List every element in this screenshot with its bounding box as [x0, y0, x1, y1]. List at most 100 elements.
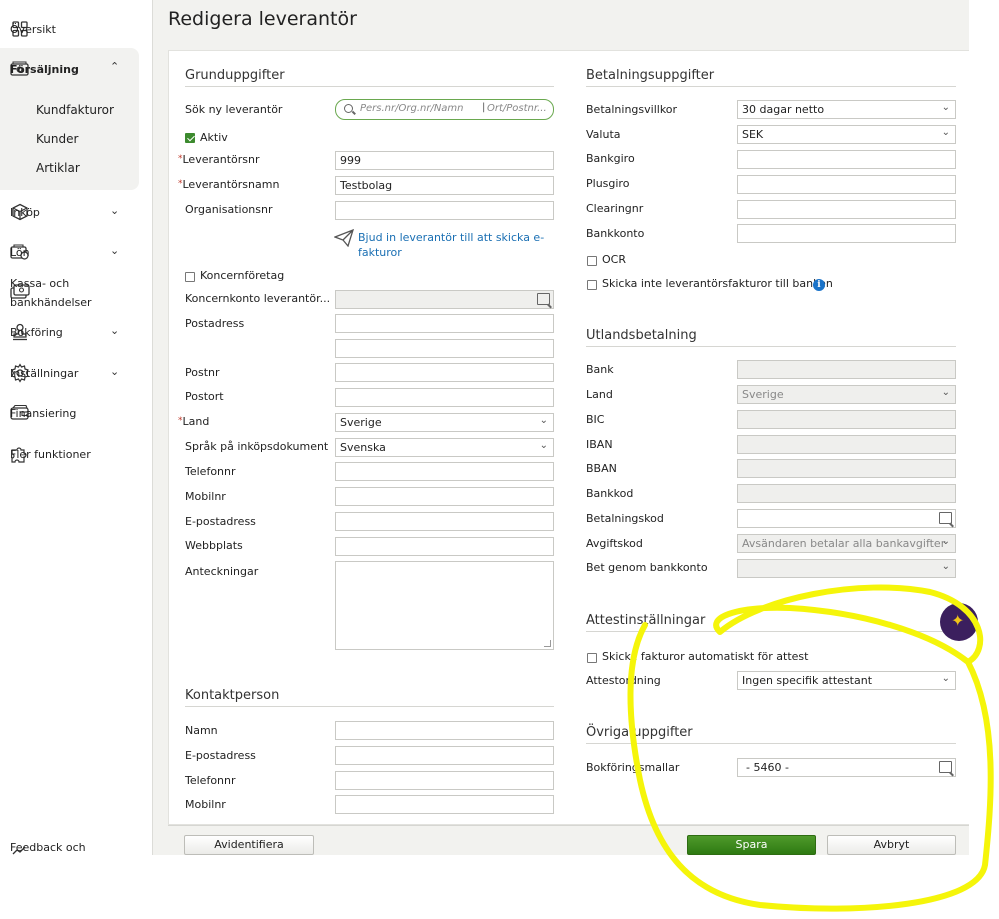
section-divider [586, 631, 956, 632]
sidebar-item-accounting[interactable]: Bokföring ⌄ [10, 322, 119, 342]
contact-name-field[interactable] [335, 721, 554, 740]
bank-account-field[interactable] [737, 224, 956, 243]
contact-phone-field[interactable] [335, 771, 554, 790]
bic-field [737, 410, 956, 429]
postal-address-field-2[interactable] [335, 339, 554, 358]
section-title-contact: Kontaktperson [185, 688, 280, 703]
sidebar-item-sales[interactable]: Försäljning ⌃ [10, 59, 119, 79]
contact-email-field[interactable] [335, 746, 554, 765]
supplier-no-field[interactable]: 999 [335, 151, 554, 170]
language-value: Svenska [340, 441, 386, 454]
chevron-down-icon: ⌄ [941, 127, 950, 138]
chevron-down-icon: ⌄ [110, 365, 120, 378]
country-label: *Land [178, 415, 210, 428]
sidebar-item-label: Finansiering [10, 406, 77, 420]
sidebar-subitem-invoices[interactable]: Kundfakturor [36, 103, 114, 117]
ocr-checkbox[interactable] [587, 256, 597, 266]
bank-account-label: Bankkonto [586, 227, 645, 240]
lookup-icon[interactable] [939, 512, 952, 524]
clearing-field[interactable] [737, 200, 956, 219]
sidebar-item-payroll[interactable]: Lön ⌄ [10, 242, 119, 262]
paycode-label: Betalningskod [586, 512, 664, 525]
language-select[interactable]: Svenska ⌄ [335, 438, 554, 457]
search-supplier-input[interactable]: Pers.nr/Org.nr/Namn | Ort/Postnr... [335, 99, 554, 120]
templates-value: - 5460 - [746, 761, 789, 774]
notes-label: Anteckningar [185, 565, 259, 578]
foreign-country-value: Sverige [742, 388, 784, 401]
sidebar-subitem-articles[interactable]: Artiklar [36, 161, 80, 175]
search-icon [344, 104, 353, 113]
invite-supplier-link[interactable]: Bjud in leverantör till att skicka e- fa… [358, 230, 544, 260]
chevron-down-icon: ⌄ [110, 244, 120, 257]
website-field[interactable] [335, 537, 554, 556]
email-field[interactable] [335, 512, 554, 531]
bankgiro-field[interactable] [737, 150, 956, 169]
notes-textarea[interactable] [335, 561, 554, 650]
email-label: E-postadress [185, 515, 256, 528]
mobile-field[interactable] [335, 487, 554, 506]
sidebar-item-label: Inställningar [10, 366, 79, 380]
page-title: Redigera leverantör [168, 8, 357, 30]
anonymize-button[interactable]: Avidentifiera [184, 835, 314, 855]
chevron-down-icon: ⌄ [539, 440, 548, 451]
sidebar-item-purchase[interactable]: Inköp ⌄ [10, 202, 119, 222]
group-company-checkbox[interactable] [185, 272, 195, 282]
sidebar-subitem-customers[interactable]: Kunder [36, 132, 78, 146]
foreign-country-label: Land [586, 388, 613, 401]
phone-field[interactable] [335, 462, 554, 481]
payment-terms-value: 30 dagar netto [742, 103, 825, 116]
contact-mobile-field[interactable] [335, 795, 554, 814]
sidebar-item-label: Kassa- och [10, 277, 70, 290]
foreign-country-select: Sverige ⌄ [737, 385, 956, 404]
attest-order-value: Ingen specifik attestant [742, 674, 873, 687]
templates-field[interactable]: - 5460 - [737, 758, 956, 777]
chevron-up-icon: ⌃ [110, 60, 120, 73]
currency-select[interactable]: SEK ⌄ [737, 125, 956, 144]
payment-terms-select[interactable]: 30 dagar netto ⌄ [737, 100, 956, 119]
bban-field [737, 459, 956, 478]
assistant-button[interactable]: ✦ [940, 603, 978, 641]
sidebar-item-overview[interactable]: Översikt [10, 19, 56, 39]
postal-address-field-1[interactable] [335, 314, 554, 333]
contact-mobile-label: Mobilnr [185, 798, 226, 811]
search-placeholder-primary: Pers.nr/Org.nr/Namn [360, 103, 464, 114]
no-bank-checkbox[interactable] [587, 280, 597, 290]
active-checkbox[interactable] [185, 133, 195, 143]
sidebar-item-feedback[interactable]: Feedback och [10, 837, 86, 857]
bankgiro-label: Bankgiro [586, 152, 635, 165]
clearing-label: Clearingnr [586, 202, 644, 215]
cancel-button[interactable]: Avbryt [827, 835, 956, 855]
attest-order-label: Attestordning [586, 674, 661, 687]
sidebar-item-cash-bank[interactable]: Kassa- och bankhändelser [10, 274, 92, 309]
paycode-field[interactable] [737, 509, 956, 528]
sidebar-item-financing[interactable]: Finansiering [10, 403, 76, 423]
sidebar-item-label: Försäljning [10, 62, 79, 76]
city-field[interactable] [335, 388, 554, 407]
country-select[interactable]: Sverige ⌄ [335, 413, 554, 432]
supplier-name-field[interactable]: Testbolag [335, 176, 554, 195]
country-label-text: Land [182, 415, 210, 428]
lookup-icon[interactable] [939, 761, 952, 773]
chevron-down-icon: ⌄ [941, 387, 950, 398]
sidebar-item-settings[interactable]: Inställningar ⌄ [10, 363, 119, 383]
supplier-no-label: *Leverantörsnr [178, 153, 260, 166]
bban-label: BBAN [586, 462, 617, 475]
save-button[interactable]: Spara [687, 835, 816, 855]
plusgiro-field[interactable] [737, 175, 956, 194]
invite-link-line2: fakturor [358, 246, 402, 259]
sparkle-icon: ✦ [951, 611, 965, 630]
sidebar-item-label-line2: bankhändelser [10, 296, 92, 309]
foreign-bank-label: Bank [586, 363, 614, 376]
info-icon[interactable]: i [813, 279, 825, 291]
plusgiro-label: Plusgiro [586, 177, 630, 190]
org-no-field[interactable] [335, 201, 554, 220]
attest-order-select[interactable]: Ingen specifik attestant ⌄ [737, 671, 956, 690]
feecode-label: Avgiftskod [586, 537, 643, 550]
footer-divider [168, 825, 969, 826]
search-supplier-label: Sök ny leverantör [185, 103, 283, 116]
section-divider [586, 743, 956, 744]
search-placeholder-secondary: Ort/Postnr... [487, 103, 547, 114]
postal-code-field[interactable] [335, 363, 554, 382]
auto-attest-checkbox[interactable] [587, 653, 597, 663]
sidebar-item-more[interactable]: Fler funktioner [10, 444, 91, 464]
